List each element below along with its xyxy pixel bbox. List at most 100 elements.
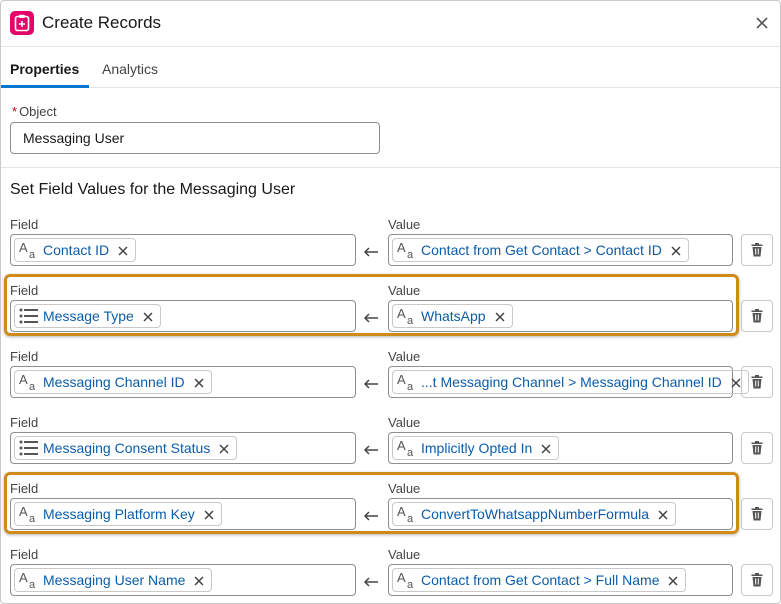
field-pill[interactable]: Message Type xyxy=(14,304,161,328)
svg-text:A: A xyxy=(19,240,28,255)
field-label: Field xyxy=(10,547,39,562)
section-divider xyxy=(1,167,780,168)
field-pill[interactable]: Aa Messaging User Name xyxy=(14,568,213,592)
value-pill-label: WhatsApp xyxy=(421,308,486,324)
field-pill[interactable]: Aa Contact ID xyxy=(14,238,137,262)
field-input[interactable]: Messaging Consent Status xyxy=(10,432,356,464)
value-pill-label: ConvertToWhatsappNumberFormula xyxy=(421,506,649,522)
text-icon: Aa xyxy=(18,372,40,392)
field-pill-label: Messaging Platform Key xyxy=(43,506,195,522)
value-pill-label: Contact from Get Contact > Full Name xyxy=(421,572,660,588)
value-input[interactable]: Aa Implicitly Opted In xyxy=(388,432,733,464)
remove-icon[interactable] xyxy=(730,376,742,388)
object-label: * Object xyxy=(12,104,57,119)
delete-row-button[interactable] xyxy=(741,300,773,332)
value-input[interactable]: Aa WhatsApp xyxy=(388,300,733,332)
value-input[interactable]: Aa Contact from Get Contact > Full Name xyxy=(388,564,733,596)
svg-text:a: a xyxy=(29,249,36,260)
create-records-panel: Create Records Properties Analytics * Obj… xyxy=(0,0,781,604)
field-input[interactable]: Aa Messaging Channel ID xyxy=(10,366,356,398)
remove-icon[interactable] xyxy=(494,310,506,322)
delete-row-button[interactable] xyxy=(741,432,773,464)
field-pill[interactable]: Messaging Consent Status xyxy=(14,436,238,460)
value-pill[interactable]: Aa ConvertToWhatsappNumberFormula xyxy=(392,502,676,526)
value-pill[interactable]: Aa ...t Messaging Channel > Messaging Cha… xyxy=(392,370,749,394)
svg-text:a: a xyxy=(407,315,414,326)
object-label-text: Object xyxy=(19,104,57,119)
svg-text:A: A xyxy=(397,504,406,519)
svg-text:a: a xyxy=(29,513,36,524)
arrow-left-icon xyxy=(363,377,379,389)
field-input[interactable]: Aa Contact ID xyxy=(10,234,356,266)
field-value-row: Field Value Aa Contact ID Aa Contact from Get… xyxy=(1,217,780,283)
arrow-left-icon xyxy=(363,311,379,323)
text-icon: Aa xyxy=(396,306,418,326)
field-pill[interactable]: Aa Messaging Platform Key xyxy=(14,502,222,526)
value-pill[interactable]: Aa Contact from Get Contact > Contact ID xyxy=(392,238,689,262)
record-create-icon xyxy=(10,11,34,35)
delete-row-button[interactable] xyxy=(741,234,773,266)
field-pill-label: Messaging User Name xyxy=(43,572,186,588)
field-pill-label: Messaging Channel ID xyxy=(43,374,185,390)
field-value-row: Field Value Aa Messaging User Name Aa Contact… xyxy=(1,547,780,603)
remove-icon[interactable] xyxy=(203,508,215,520)
remove-icon[interactable] xyxy=(670,244,682,256)
tab-properties[interactable]: Properties xyxy=(10,61,79,77)
text-icon: Aa xyxy=(396,240,418,260)
field-input[interactable]: Aa Messaging Platform Key xyxy=(10,498,356,530)
arrow-left-icon xyxy=(363,245,379,257)
field-pill-label: Messaging Consent Status xyxy=(43,440,211,456)
remove-icon[interactable] xyxy=(667,574,679,586)
svg-text:A: A xyxy=(397,240,406,255)
delete-row-button[interactable] xyxy=(741,498,773,530)
value-pill[interactable]: Aa Implicitly Opted In xyxy=(392,436,560,460)
text-icon: Aa xyxy=(18,570,40,590)
svg-text:A: A xyxy=(19,372,28,387)
field-value-row: Field Value Aa Messaging Platform Key Aa Conv… xyxy=(1,481,780,547)
remove-icon[interactable] xyxy=(193,574,205,586)
close-icon[interactable] xyxy=(754,15,770,31)
panel-title: Create Records xyxy=(42,13,162,32)
remove-icon[interactable] xyxy=(142,310,154,322)
value-label: Value xyxy=(388,547,421,562)
field-label: Field xyxy=(10,283,39,298)
value-label: Value xyxy=(388,415,421,430)
value-label: Value xyxy=(388,481,421,496)
value-pill-label: Contact from Get Contact > Contact ID xyxy=(421,242,662,258)
svg-text:a: a xyxy=(407,447,414,458)
remove-icon[interactable] xyxy=(117,244,129,256)
value-pill[interactable]: Aa Contact from Get Contact > Full Name xyxy=(392,568,687,592)
arrow-left-icon xyxy=(363,575,379,587)
field-label: Field xyxy=(10,217,39,232)
text-icon: Aa xyxy=(396,504,418,524)
delete-row-button[interactable] xyxy=(741,366,773,398)
value-label: Value xyxy=(388,217,421,232)
text-icon: Aa xyxy=(18,240,40,260)
value-input[interactable]: Aa ConvertToWhatsappNumberFormula xyxy=(388,498,733,530)
value-pill[interactable]: Aa WhatsApp xyxy=(392,304,513,328)
value-pill-label: ...t Messaging Channel > Messaging Chann… xyxy=(421,374,722,390)
tab-bar: Properties Analytics xyxy=(1,47,780,88)
remove-icon[interactable] xyxy=(218,442,230,454)
tab-analytics[interactable]: Analytics xyxy=(102,61,158,77)
field-input[interactable]: Message Type xyxy=(10,300,356,332)
remove-icon[interactable] xyxy=(193,376,205,388)
svg-text:A: A xyxy=(397,306,406,321)
remove-icon[interactable] xyxy=(657,508,669,520)
field-value-row: Field Value Aa Messaging Channel ID Aa ...t M… xyxy=(1,349,780,415)
value-input[interactable]: Aa ...t Messaging Channel > Messaging Cha… xyxy=(388,366,749,398)
svg-text:A: A xyxy=(397,570,406,585)
field-input[interactable]: Aa Messaging User Name xyxy=(10,564,356,596)
value-label: Value xyxy=(388,283,421,298)
svg-text:A: A xyxy=(19,570,28,585)
svg-text:a: a xyxy=(407,381,414,392)
svg-text:a: a xyxy=(407,579,414,590)
field-pill[interactable]: Aa Messaging Channel ID xyxy=(14,370,212,394)
remove-icon[interactable] xyxy=(540,442,552,454)
text-icon: Aa xyxy=(18,504,40,524)
object-input[interactable]: Messaging User xyxy=(10,122,380,154)
text-icon: Aa xyxy=(396,372,418,392)
value-input[interactable]: Aa Contact from Get Contact > Contact ID xyxy=(388,234,733,266)
delete-row-button[interactable] xyxy=(741,564,773,596)
field-pill-label: Message Type xyxy=(43,308,134,324)
